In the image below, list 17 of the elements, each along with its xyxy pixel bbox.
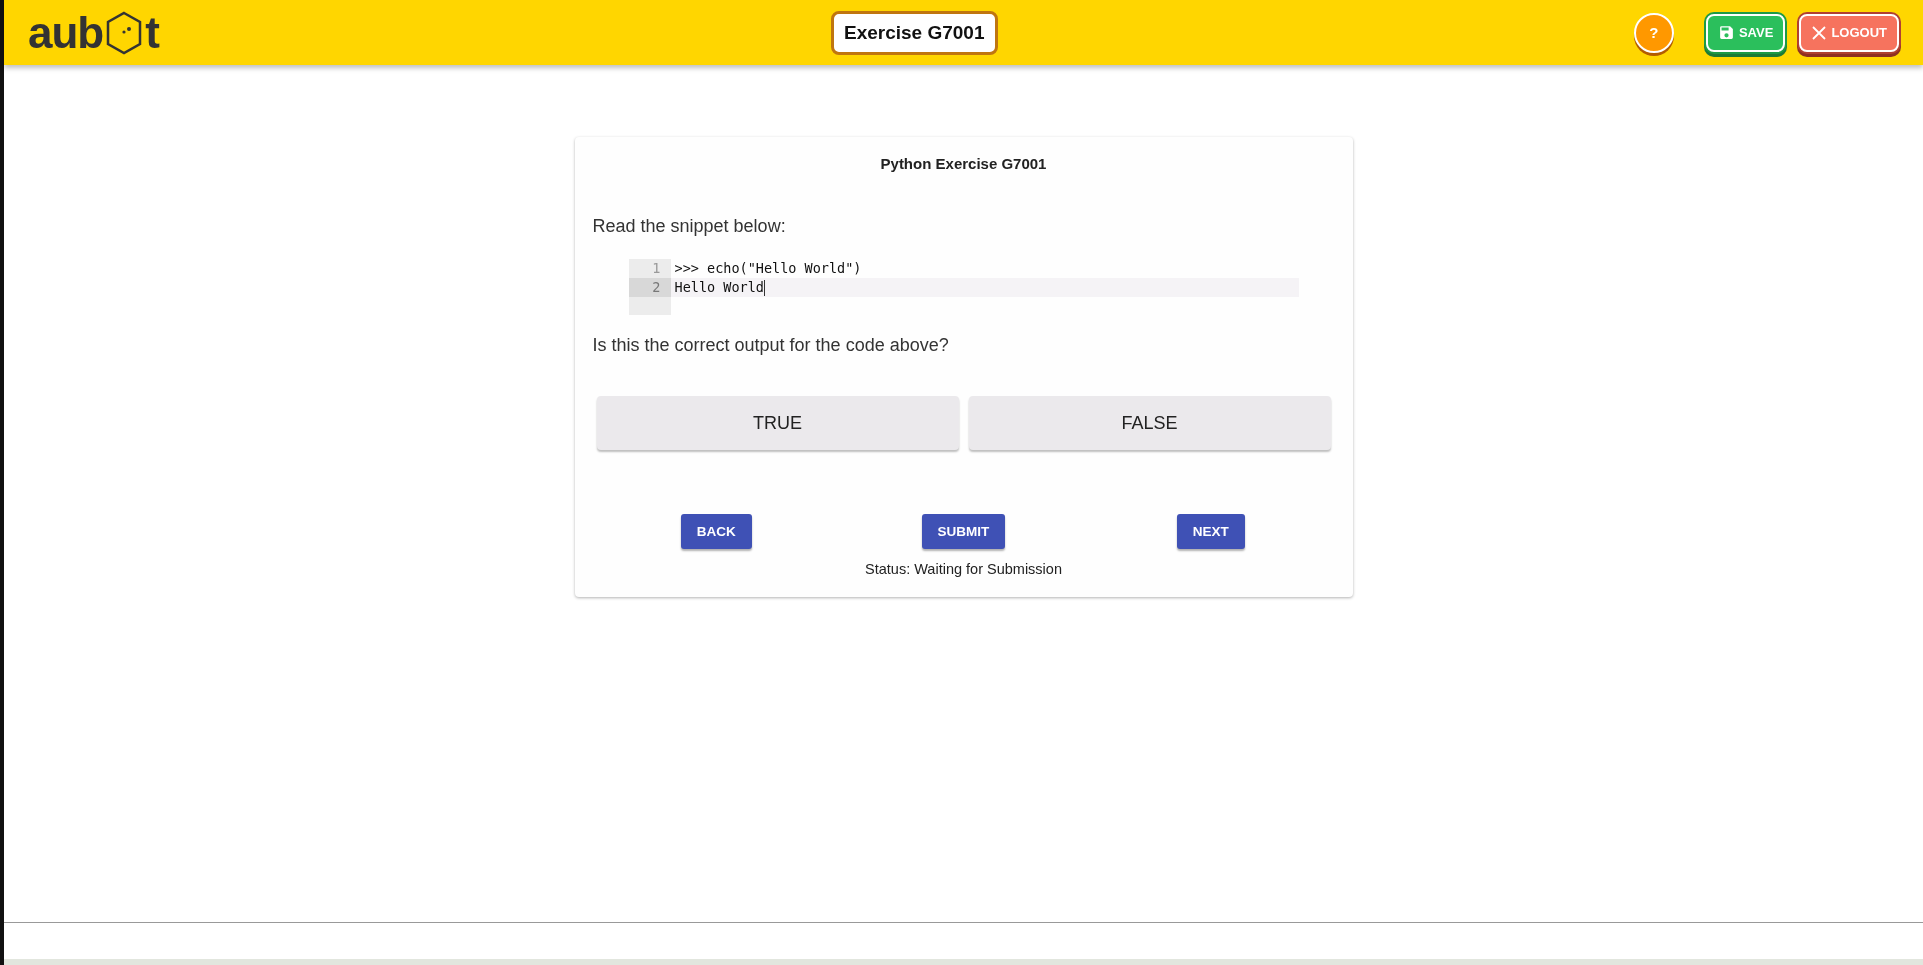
card-title: Python Exercise G7001 xyxy=(880,155,1047,172)
line-number: 1 xyxy=(651,259,662,278)
logo-text: aub xyxy=(28,10,104,55)
close-icon xyxy=(1811,24,1828,41)
question-text: Is this the correct output for the code above? xyxy=(592,335,949,356)
line-number: 2 xyxy=(628,278,671,297)
nav-button[interactable]: SUBMIT xyxy=(921,514,1006,549)
hexagon-face-icon xyxy=(105,10,144,55)
status-text: Status: Waiting for Submission xyxy=(865,561,1062,577)
answer-button[interactable]: FALSE xyxy=(968,396,1331,450)
answer-button[interactable]: TRUE xyxy=(596,396,959,450)
prompt-text: Read the snippet below: xyxy=(592,216,786,237)
exercise-title: Exercise G7001 xyxy=(831,11,998,55)
nav-button[interactable]: BACK xyxy=(680,514,752,549)
logo-text: t xyxy=(145,10,159,55)
nav-button[interactable]: NEXT xyxy=(1176,514,1245,549)
code-line: >>> echo("Hello World") xyxy=(673,259,863,278)
